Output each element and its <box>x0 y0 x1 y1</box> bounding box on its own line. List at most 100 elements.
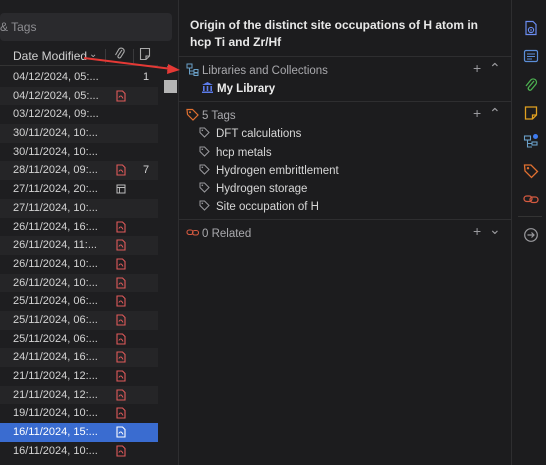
tag-item[interactable]: Site occupation of H <box>199 200 319 214</box>
pdf-attachment-icon[interactable] <box>116 164 126 176</box>
item-rows: 04/12/2024, 05:... 1 04/12/2024, 05:... 03/… <box>0 68 158 460</box>
divider <box>179 101 512 102</box>
pdf-attachment-icon[interactable] <box>116 445 126 457</box>
pdf-attachment-icon[interactable] <box>116 351 126 363</box>
item-date-modified: 04/12/2024, 05:... <box>13 89 99 102</box>
item-row[interactable]: 16/11/2024, 10:... <box>0 442 158 461</box>
tags-count-label: 5 Tags <box>202 110 236 122</box>
notes-icon[interactable] <box>523 105 539 121</box>
tag-item[interactable]: hcp metals <box>199 146 272 160</box>
item-row[interactable]: 28/11/2024, 09:... 7 <box>0 161 158 181</box>
pdf-attachment-icon[interactable] <box>116 220 126 233</box>
pdf-attachment-icon[interactable] <box>116 407 126 419</box>
item-row[interactable]: 21/11/2024, 12:... <box>0 385 158 405</box>
pdf-attachment-icon[interactable] <box>116 314 126 326</box>
item-date-modified: 25/11/2024, 06:... <box>13 332 98 345</box>
item-row[interactable]: 25/11/2024, 06:... <box>0 292 158 311</box>
tag-icon <box>199 182 211 196</box>
pdf-attachment-icon[interactable] <box>116 370 126 382</box>
tag-item[interactable]: DFT calculations <box>199 127 301 141</box>
related-count-label: 0 Related <box>202 228 252 240</box>
item-row[interactable]: 03/12/2024, 09:... <box>0 105 158 124</box>
sidenav-divider <box>518 216 542 217</box>
library-name: My Library <box>217 83 276 95</box>
item-row[interactable]: 26/11/2024, 10:... <box>0 255 158 274</box>
info-icon[interactable] <box>523 20 539 36</box>
tag-item[interactable]: Hydrogen storage <box>199 182 307 196</box>
item-row[interactable]: 26/11/2024, 11:... <box>0 236 158 255</box>
tag-icon <box>199 200 211 214</box>
pdf-attachment-icon[interactable] <box>116 426 126 438</box>
expand-section-icon[interactable]: ⌄ <box>489 221 501 238</box>
attachment-column-icon[interactable] <box>114 47 126 64</box>
item-row[interactable]: 04/12/2024, 05:... <box>0 86 158 106</box>
item-row[interactable]: 19/11/2024, 10:... <box>0 404 158 423</box>
item-row[interactable]: 04/12/2024, 05:... 1 <box>0 68 158 87</box>
pdf-attachment-icon[interactable] <box>116 277 126 289</box>
snapshot-attachment-icon[interactable] <box>116 183 126 195</box>
collapse-section-icon[interactable]: ⌃ <box>489 105 501 122</box>
tags-icon[interactable] <box>523 163 539 179</box>
item-row[interactable]: 25/11/2024, 06:... <box>0 330 158 349</box>
search-field[interactable]: & Tags <box>0 13 172 41</box>
item-row[interactable]: 21/11/2024, 12:... <box>0 367 158 386</box>
tag-item[interactable]: Hydrogen embrittlement <box>199 164 339 178</box>
pdf-attachment-icon[interactable] <box>116 258 126 270</box>
locate-icon[interactable] <box>523 227 539 243</box>
search-placeholder: & Tags <box>0 20 37 34</box>
item-date-modified: 25/11/2024, 06:... <box>13 295 98 308</box>
library-row-my-library[interactable]: My Library <box>201 81 275 97</box>
tag-label: DFT calculations <box>216 128 302 140</box>
libraries-collections-label: Libraries and Collections <box>202 65 328 77</box>
item-date-modified: 26/11/2024, 10:... <box>13 257 98 270</box>
item-row[interactable]: 24/11/2024, 16:... <box>0 348 158 367</box>
tag-icon <box>199 164 211 178</box>
notes-count: 7 <box>143 164 150 177</box>
item-row[interactable]: 26/11/2024, 16:... <box>0 218 158 237</box>
item-date-modified: 27/11/2024, 20:... <box>13 183 98 196</box>
scrollbar-thumb[interactable] <box>164 80 177 93</box>
notes-count: 1 <box>143 71 150 83</box>
item-date-modified: 03/12/2024, 09:... <box>13 108 99 121</box>
related-icon[interactable] <box>523 191 539 207</box>
add-related-button[interactable]: + <box>473 223 481 239</box>
sort-chevron-icon[interactable]: ⌄ <box>89 49 97 60</box>
item-row[interactable]: 27/11/2024, 10:... <box>0 198 158 218</box>
pdf-attachment-icon[interactable] <box>116 389 126 401</box>
notes-column-icon[interactable] <box>139 47 151 64</box>
item-date-modified: 21/11/2024, 12:... <box>13 370 98 382</box>
add-tag-button[interactable]: + <box>473 105 481 121</box>
item-title[interactable]: Origin of the distinct site occupations … <box>190 17 500 51</box>
related-icon <box>186 226 200 242</box>
column-date-modified[interactable]: Date Modified <box>13 49 87 63</box>
libraries-collections-icon[interactable] <box>523 133 539 149</box>
item-row[interactable]: 16/11/2024, 15:... <box>0 423 158 442</box>
column-divider <box>105 49 106 63</box>
pdf-attachment-icon[interactable] <box>116 239 126 251</box>
divider <box>179 219 512 220</box>
column-header: Date Modified ⌄ <box>0 46 158 66</box>
item-date-modified: 27/11/2024, 10:... <box>13 201 98 214</box>
pdf-attachment-icon[interactable] <box>116 333 126 345</box>
column-picker-icon[interactable]: ✕ <box>166 64 174 75</box>
add-collection-button[interactable]: + <box>473 60 481 76</box>
abstract-icon[interactable] <box>523 48 539 64</box>
tag-icon <box>199 127 211 141</box>
libraries-collections-icon <box>186 63 200 79</box>
item-row[interactable]: 30/11/2024, 10:... <box>0 124 158 143</box>
attachments-icon[interactable] <box>523 77 539 93</box>
pdf-attachment-icon[interactable] <box>116 90 126 102</box>
item-row[interactable]: 26/11/2024, 10:... <box>0 273 158 293</box>
related-header[interactable]: 0 Related <box>186 226 251 242</box>
item-pane-sidenav <box>511 0 546 465</box>
libraries-collections-header[interactable]: Libraries and Collections <box>186 63 328 79</box>
item-row[interactable]: 27/11/2024, 20:... <box>0 180 158 199</box>
item-row[interactable]: 25/11/2024, 06:... <box>0 310 158 330</box>
pdf-attachment-icon[interactable] <box>116 295 126 307</box>
items-list-pane: & Tags Date Modified ⌄ ✕ 04/12/2024, 05:… <box>0 0 178 465</box>
collapse-section-icon[interactable]: ⌃ <box>489 60 501 77</box>
tags-header[interactable]: 5 Tags <box>186 108 236 124</box>
item-row[interactable]: 30/11/2024, 10:... <box>0 143 158 162</box>
tag-icon <box>199 146 211 160</box>
item-pane: Origin of the distinct site occupations … <box>178 0 512 465</box>
